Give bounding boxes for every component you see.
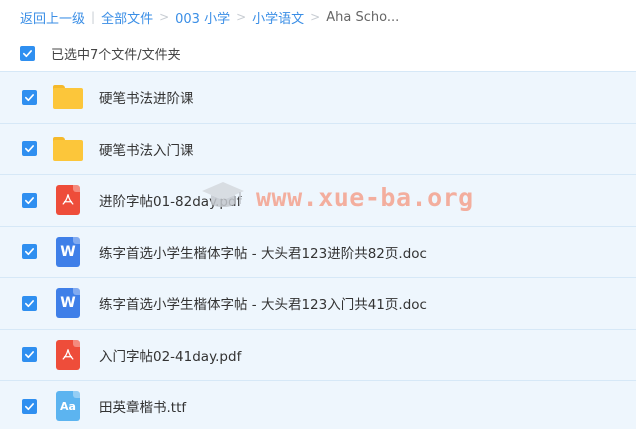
row-checkbox[interactable] [22, 141, 37, 157]
select-all-bar: 已选中7个文件/文件夹 [20, 42, 181, 64]
breadcrumb-divider: | [91, 10, 96, 24]
check-icon [25, 351, 34, 359]
pdf-icon [53, 185, 83, 216]
selection-summary: 已选中7个文件/文件夹 [51, 47, 181, 63]
file-name[interactable]: 入门字帖02-41day.pdf [99, 345, 241, 365]
chevron-right-icon: > [236, 10, 247, 24]
check-icon [25, 93, 34, 101]
select-all-checkbox[interactable] [20, 45, 35, 61]
file-list: 硬笔书法进阶课 硬笔书法入门课 进阶字帖01-82day.pdf W 练字首选小… [0, 71, 636, 429]
row-checkbox[interactable] [22, 295, 37, 311]
file-name[interactable]: 练字首选小学生楷体字帖 - 大头君123进阶共82页.doc [99, 242, 427, 262]
check-icon [23, 49, 32, 57]
word-icon: W [53, 236, 83, 267]
word-icon: W [53, 288, 83, 319]
list-item[interactable]: W 练字首选小学生楷体字帖 - 大头君123入门共41页.doc [0, 277, 636, 329]
file-name[interactable]: 练字首选小学生楷体字帖 - 大头君123入门共41页.doc [99, 293, 427, 313]
breadcrumb-all-files[interactable]: 全部文件 [101, 8, 153, 27]
breadcrumb-level1[interactable]: 003 小学 [175, 8, 230, 27]
list-item[interactable]: W 练字首选小学生楷体字帖 - 大头君123进阶共82页.doc [0, 225, 636, 277]
list-item[interactable]: 入门字帖02-41day.pdf [0, 328, 636, 380]
breadcrumb-level2[interactable]: 小学语文 [252, 8, 304, 27]
folder-icon [53, 134, 83, 164]
row-checkbox[interactable] [22, 244, 37, 260]
check-icon [25, 299, 34, 307]
list-item[interactable]: 进阶字帖01-82day.pdf [0, 174, 636, 226]
row-checkbox[interactable] [22, 89, 37, 105]
file-name[interactable]: 田英章楷书.ttf [99, 396, 186, 416]
breadcrumb: 返回上一级 | 全部文件 > 003 小学 > 小学语文 > Aha Scho.… [20, 7, 399, 27]
chevron-right-icon: > [310, 10, 321, 24]
folder-icon [53, 82, 83, 112]
chevron-right-icon: > [159, 10, 170, 24]
check-icon [25, 248, 34, 256]
list-item[interactable]: Aa 田英章楷书.ttf [0, 380, 636, 429]
row-checkbox[interactable] [22, 192, 37, 208]
file-name[interactable]: 进阶字帖01-82day.pdf [99, 190, 241, 210]
file-name[interactable]: 硬笔书法进阶课 [99, 87, 194, 107]
row-checkbox[interactable] [22, 347, 37, 363]
list-item[interactable]: 硬笔书法进阶课 [0, 71, 636, 123]
pdf-icon [53, 339, 83, 370]
breadcrumb-current: Aha Scho... [326, 9, 400, 25]
list-item[interactable]: 硬笔书法入门课 [0, 122, 636, 174]
back-link[interactable]: 返回上一级 [20, 8, 85, 27]
check-icon [25, 402, 34, 410]
check-icon [25, 196, 34, 204]
font-file-icon: Aa [53, 391, 83, 422]
row-checkbox[interactable] [22, 398, 37, 414]
check-icon [25, 145, 34, 153]
file-name[interactable]: 硬笔书法入门课 [99, 139, 194, 159]
